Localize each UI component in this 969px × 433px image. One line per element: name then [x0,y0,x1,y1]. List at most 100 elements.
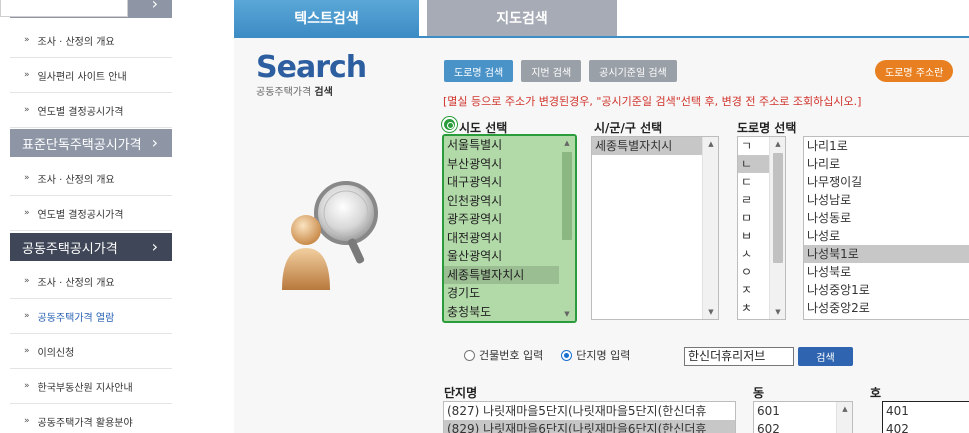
sidebar-item-label: 조사 · 산정의 개요 [37,174,115,186]
notice-text: [멸실 등으로 주소가 변경된경우, "공시기준일 검색"선택 후, 변경 전 … [443,95,862,108]
sidebar-item-label: 일사편리 사이트 안내 [37,71,127,83]
radio-building-no-label[interactable]: 건물번호 입력 [479,347,543,363]
road-option[interactable]: 나무쟁이길 [804,173,969,191]
sigungu-scrollbar[interactable]: ▲ ▼ [702,137,718,319]
chevron-right-icon: › [151,133,158,152]
chevron-right-icon: › [151,237,158,256]
road-listbox[interactable]: 나리1로 나리로 나무쟁이길 나성남로 나성동로 나성로 나성북1로 나성북로 나성중앙1로 나성… [803,136,969,320]
lot-number-search-button[interactable]: 지번 검색 [521,60,582,82]
dong-title: 동 [753,386,765,400]
road-option[interactable]: 나리1로 [804,137,969,155]
sidebar-item-survey-overview-3[interactable]: » 조사 · 산정의 개요 [10,264,172,299]
search-type-buttons: 도로명 검색 지번 검색 공시기준일 검색 [444,60,677,82]
sidebar-item-ilsa-site[interactable]: » 일사편리 사이트 안내 [10,58,172,93]
sidebar-header-apartment[interactable]: 공동주택공시가격 › [10,233,172,261]
sigungu-option[interactable]: 세종특별자치시 [592,137,718,155]
sido-option[interactable]: 부산광역시 [444,155,575,174]
sidebar-item-yearly-price[interactable]: » 연도별 결정공시가격 [10,93,172,128]
road-option[interactable]: 나리로 [804,155,969,173]
complex-search-button[interactable]: 검색 [798,347,853,366]
sido-option[interactable]: 충청북도 [444,303,575,322]
sidebar: 개요 › » 조사 · 산정의 개요 » 일사편리 사이트 안내 » 연도별 결… [0,0,172,433]
road-option[interactable]: 나성북로 [804,263,969,281]
road-address-button[interactable]: 도로명 주소란 [875,60,954,82]
ho-option[interactable]: 402 [883,420,969,433]
tooltip-box [0,0,128,17]
tab-map-search[interactable]: 지도검색 [427,0,617,36]
sidebar-item-label: 공동주택가격 열람 [37,312,115,324]
initial-scrollbar[interactable]: ▲ ▼ [769,137,785,319]
search-logo: Search 공동주택가격 검색 [256,50,367,98]
road-option[interactable]: 나성중앙1로 [804,281,969,299]
person-magnifier-icon [282,181,378,290]
scroll-up-icon[interactable]: ▲ [770,137,785,151]
notice-date-search-button[interactable]: 공시기준일 검색 [589,60,677,82]
road-option[interactable]: 나성로 [804,227,969,245]
complex-option[interactable]: (829) 나릿재마을6단지(나릿재마을6단지(한신더휴 [444,420,735,433]
search-panel: Search 공동주택가격 검색 도로명 검색 지번 검색 공시기준일 검색 도… [234,36,969,433]
initial-listbox[interactable]: ㄱㄴㄷㄹㅁㅂㅅㅇㅈㅊ ▲ ▼ [737,136,786,320]
complex-option[interactable]: (827) 나릿재마을5단지(나릿재마을5단지(한신더휴 [444,402,735,420]
sidebar-item-survey-overview-2[interactable]: » 조사 · 산정의 개요 [10,161,172,196]
road-option[interactable]: 나성중앙2로 [804,299,969,317]
gutter [172,0,234,433]
bullet-icon: » [24,173,30,183]
scroll-up-icon[interactable]: ▲ [837,402,852,416]
sidebar-item-yearly-price-2[interactable]: » 연도별 결정공시가격 [10,196,172,231]
road-option[interactable]: 나성동로 [804,209,969,227]
scroll-thumb[interactable] [562,152,572,240]
road-option[interactable]: 나성남로 [804,191,969,209]
scroll-up-icon[interactable]: ▲ [559,136,575,150]
sidebar-item-label: 이의신청 [37,347,75,359]
scroll-thumb[interactable] [773,153,783,263]
sidebar-item-branch-info[interactable]: » 한국부동산원 지사안내 [10,369,172,404]
sidebar-header-label: 표준단독주택공시가격 [22,137,142,153]
ho-listbox[interactable]: 401 402 [882,401,969,433]
sido-option[interactable]: 울산광역시 [444,247,575,266]
road-option[interactable]: 나성북1로 [804,245,969,263]
sidebar-item-label: 공동주택가격 활용분야 [37,417,133,429]
sido-option[interactable]: 대전광역시 [444,229,575,248]
sidebar-item-label: 조사 · 산정의 개요 [37,36,115,48]
sido-scrollbar[interactable]: ▲ ▼ [559,136,575,321]
radio-complex-name-label[interactable]: 단지명 입력 [576,347,630,363]
bullet-icon: » [24,311,30,321]
complex-name-input[interactable]: 한신더휴리저브 [684,347,794,366]
sido-option[interactable]: 세종특별자치시 [444,265,575,284]
sido-listbox[interactable]: 서울특별시 부산광역시 대구광역시 인천광역시 광주광역시 대전광역시 울산광역시 세종특별자… [442,134,577,323]
ho-option[interactable]: 401 [883,402,969,420]
road-title: 도로명 선택 [737,121,797,135]
scroll-down-icon[interactable]: ▼ [703,305,718,319]
scroll-down-icon[interactable]: ▼ [770,305,785,319]
dong-listbox[interactable]: 601 602 ▲ [753,401,853,433]
bullet-icon: » [24,105,30,115]
sidebar-item-label: 연도별 결정공시가격 [37,209,124,221]
sido-option[interactable]: 경기도 [444,284,575,303]
road-name-search-button[interactable]: 도로명 검색 [444,60,514,82]
sigungu-title: 시/군/구 선택 [594,121,663,135]
sido-option[interactable]: 대구광역시 [444,173,575,192]
sidebar-item-survey-overview[interactable]: » 조사 · 산정의 개요 [10,23,172,58]
bullet-icon: » [24,276,30,286]
target-icon [442,117,457,132]
bullet-icon: » [24,35,30,45]
bullet-icon: » [24,381,30,391]
search-logo-word: Search [256,50,367,85]
sidebar-item-price-usage[interactable]: » 공동주택가격 활용분야 [10,404,172,433]
sidebar-header-standard-house[interactable]: 표준단독주택공시가격 › [10,129,172,157]
sigungu-listbox[interactable]: 세종특별자치시 ▲ ▼ [591,136,719,320]
dong-scrollbar[interactable]: ▲ [836,402,852,433]
radio-complex-name[interactable] [561,349,573,361]
complex-listbox[interactable]: (827) 나릿재마을5단지(나릿재마을5단지(한신더휴 (829) 나릿재마을6… [443,401,736,433]
radio-building-no[interactable] [464,349,475,361]
sido-option[interactable]: 광주광역시 [444,210,575,229]
tab-text-search[interactable]: 텍스트검색 [234,0,419,36]
sidebar-item-objection[interactable]: » 이의신청 [10,334,172,369]
scroll-up-icon[interactable]: ▲ [703,137,718,151]
chevron-right-icon: › [151,0,158,13]
scroll-down-icon[interactable]: ▼ [559,307,575,321]
sido-option[interactable]: 서울특별시 [444,136,575,155]
sidebar-item-apartment-price-view[interactable]: » 공동주택가격 열람 [10,299,172,334]
sido-option[interactable]: 인천광역시 [444,192,575,211]
input-type-radios: 건물번호 입력 단지명 입력 [464,347,630,363]
